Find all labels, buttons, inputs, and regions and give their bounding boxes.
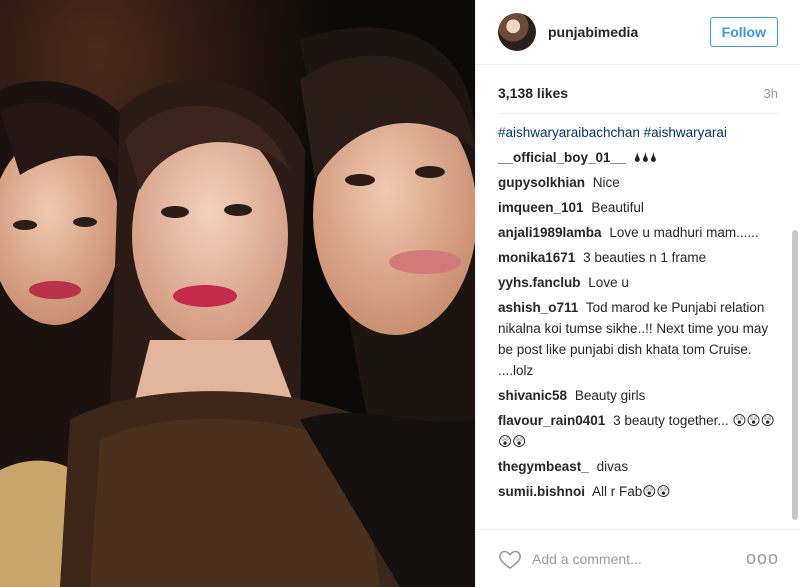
- post-header: punjabimedia Follow: [476, 0, 800, 65]
- comment-item: __official_boy_01__ 🌢🌢🌢: [498, 147, 778, 168]
- avatar[interactable]: [498, 13, 536, 51]
- comment-text: divas: [596, 459, 629, 474]
- comment-text: Beautiful: [591, 200, 644, 215]
- comment-item: gupysolkhian Nice: [498, 172, 778, 193]
- comment-user[interactable]: flavour_rain0401: [498, 413, 605, 428]
- comments-scrollbar[interactable]: [792, 230, 798, 520]
- comments-list: #aishwaryaraibachchan #aishwaryarai __of…: [476, 114, 800, 522]
- comment-user[interactable]: imqueen_101: [498, 200, 584, 215]
- hashtags[interactable]: #aishwaryaraibachchan #aishwaryarai: [498, 122, 778, 143]
- comment-user[interactable]: monika1671: [498, 250, 575, 265]
- comment-item: ashish_o711 Tod marod ke Punjabi relatio…: [498, 297, 778, 381]
- comment-item: imqueen_101 Beautiful: [498, 197, 778, 218]
- comment-item: anjali1989lamba Love u madhuri mam......: [498, 222, 778, 243]
- likes-count[interactable]: 3,138 likes: [498, 85, 568, 101]
- post-sidebar: punjabimedia Follow 3,138 likes 3h #aish…: [475, 0, 800, 587]
- instagram-post: punjabimedia Follow 3,138 likes 3h #aish…: [0, 0, 800, 587]
- comment-user[interactable]: __official_boy_01__: [498, 150, 626, 165]
- comment-text: Love u: [588, 275, 629, 290]
- comment-user[interactable]: ashish_o711: [498, 300, 578, 315]
- comment-item: monika1671 3 beauties n 1 frame: [498, 247, 778, 268]
- comment-text: Love u madhuri mam......: [609, 225, 759, 240]
- post-photo[interactable]: [0, 0, 475, 587]
- comment-user[interactable]: anjali1989lamba: [498, 225, 602, 240]
- comment-item: thegymbeast_ divas: [498, 456, 778, 477]
- photo-illustration: [0, 0, 475, 587]
- comment-text: Beauty girls: [574, 388, 646, 403]
- comment-item: yyhs.fanclub Love u: [498, 272, 778, 293]
- add-comment-input[interactable]: Add a comment...: [532, 551, 746, 567]
- comment-text: 3 beauties n 1 frame: [583, 250, 707, 265]
- comment-user[interactable]: shivanic58: [498, 388, 567, 403]
- comment-user[interactable]: gupysolkhian: [498, 175, 585, 190]
- heart-icon[interactable]: [498, 547, 522, 571]
- comment-item: sumii.bishnoi All r Fab😲😲: [498, 481, 778, 502]
- comment-item: flavour_rain0401 3 beauty together... 😲😲…: [498, 410, 778, 452]
- comment-user[interactable]: thegymbeast_: [498, 459, 589, 474]
- comment-text: Nice: [592, 175, 620, 190]
- username-link[interactable]: punjabimedia: [548, 24, 638, 40]
- post-time: 3h: [763, 85, 778, 101]
- comment-bar: Add a comment... ooo: [476, 529, 800, 587]
- post-meta: 3,138 likes 3h: [476, 73, 800, 113]
- comment-user[interactable]: sumii.bishnoi: [498, 484, 585, 499]
- comment-text: 🌢🌢🌢: [633, 150, 658, 165]
- comment-text: All r Fab😲😲: [592, 484, 671, 499]
- comment-item: shivanic58 Beauty girls: [498, 385, 778, 406]
- follow-button[interactable]: Follow: [709, 17, 778, 47]
- comment-user[interactable]: yyhs.fanclub: [498, 275, 581, 290]
- more-options-icon[interactable]: ooo: [746, 548, 779, 569]
